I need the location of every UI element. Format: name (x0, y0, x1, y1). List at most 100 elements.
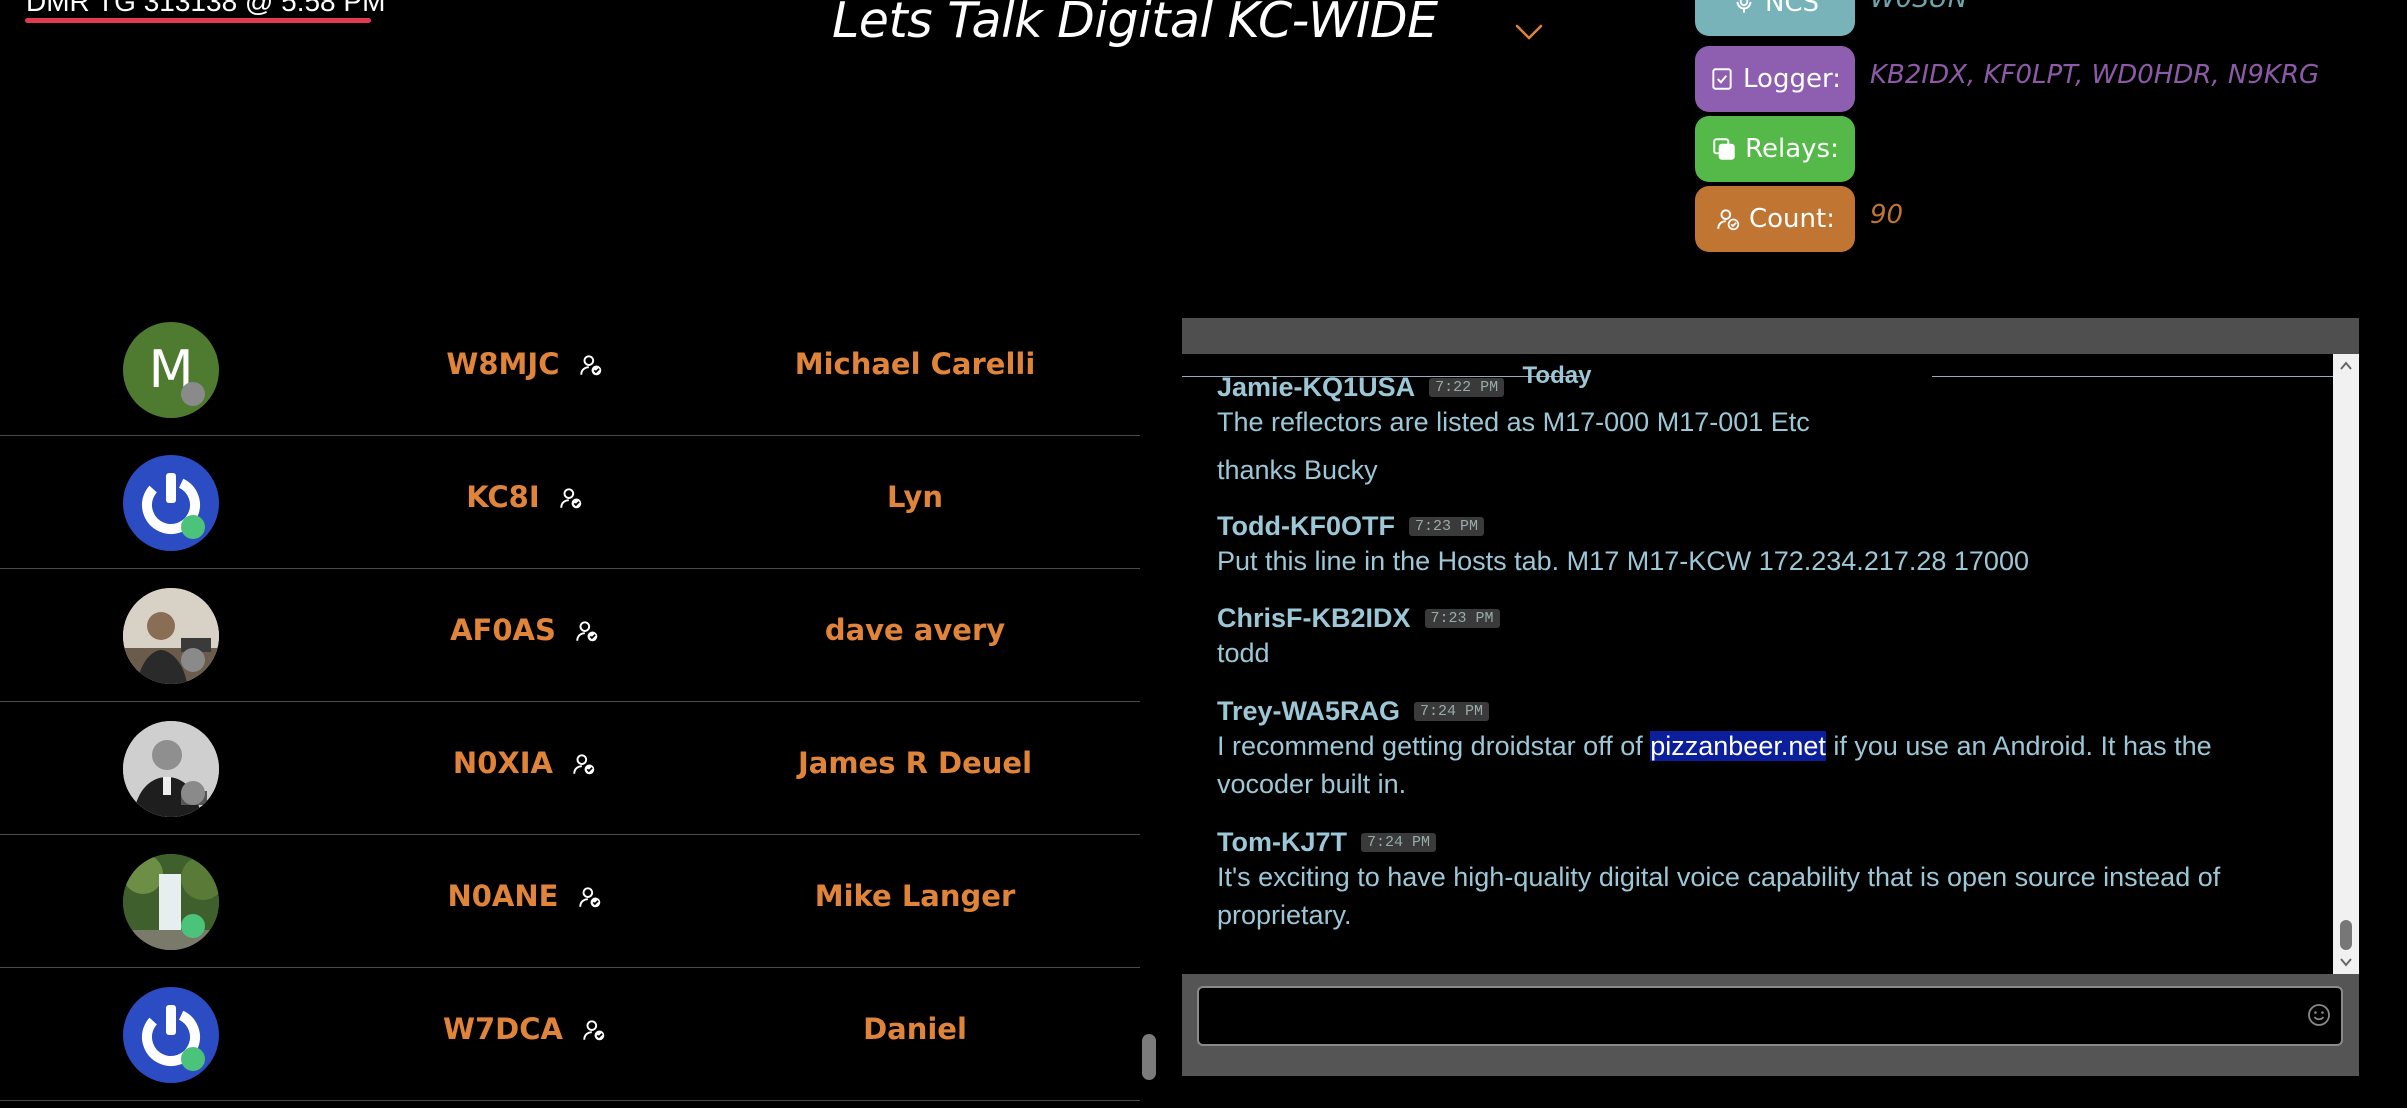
message-text: thanks Bucky (1217, 455, 1378, 485)
callsign[interactable]: W7DCA (390, 1012, 660, 1046)
chat-scrollbar-thumb[interactable] (2340, 920, 2352, 950)
smiley-icon[interactable] (2305, 1001, 2333, 1029)
ncs-label: NCS (1764, 0, 1820, 18)
chat-panel: Today Jamie-KQ1USA 7:22 PM The reflectors… (1182, 318, 2359, 1076)
chat-messages[interactable]: Today Jamie-KQ1USA 7:22 PM The reflectors… (1182, 354, 2333, 974)
chat-footer (1182, 974, 2359, 1076)
message-author[interactable]: Jamie-KQ1USA (1217, 372, 1415, 403)
relays-label: Relays: (1745, 134, 1839, 164)
avatar[interactable] (123, 721, 219, 817)
message-text: todd (1217, 638, 1270, 668)
chat-message: Trey-WA5RAG 7:24 PM I recommend getting d… (1217, 696, 2307, 803)
roster-row[interactable]: AF0AS dave avery (0, 569, 1140, 702)
highlighted-link[interactable]: pizzanbeer.net (1650, 731, 1826, 761)
person-photo-icon (123, 588, 219, 684)
callsign-text: W8MJC (446, 347, 560, 381)
message-time: 7:24 PM (1361, 833, 1437, 852)
status-dot (181, 781, 205, 805)
status-dot (181, 914, 205, 938)
callsign-text: W7DCA (442, 1012, 563, 1046)
status-dot (181, 648, 205, 672)
callsign-text: KC8I (466, 480, 540, 514)
avatar[interactable] (123, 854, 219, 950)
message-time: 7:24 PM (1414, 702, 1490, 721)
user-check-icon (579, 355, 601, 376)
scroll-up-icon[interactable] (2338, 358, 2354, 374)
message-text-before: I recommend getting droidstar off of (1217, 731, 1651, 761)
net-schedule-label: DMR TG 313138 @ 5:58 PM (26, 0, 386, 17)
scroll-down-icon[interactable] (2338, 954, 2354, 970)
power-icon (142, 473, 200, 534)
callsign[interactable]: N0XIA (390, 746, 660, 780)
ncs-value: W0SUN (1870, 0, 1967, 14)
roster-row[interactable]: M W8MJC Michael Carelli (0, 303, 1140, 436)
roster-row[interactable]: KC8I Lyn (0, 436, 1140, 569)
callsign[interactable]: KC8I (390, 480, 660, 514)
avatar[interactable]: M (123, 322, 219, 418)
user-check-icon (573, 754, 595, 775)
chevron-down-icon[interactable] (1514, 22, 1544, 42)
status-dot (181, 382, 205, 406)
count-label: Count: (1749, 204, 1835, 234)
power-icon (142, 1005, 200, 1066)
active-tab-underline (25, 18, 371, 23)
chat-message: Todd-KF0OTF 7:23 PM Put this line in the … (1217, 511, 2307, 580)
copy-icon (1713, 138, 1735, 160)
chat-scrollbar[interactable] (2333, 354, 2359, 974)
message-author[interactable]: Trey-WA5RAG (1217, 696, 1400, 727)
relays-pill: Relays: (1695, 116, 1855, 182)
callsign[interactable]: N0ANE (390, 879, 660, 913)
person-name: Daniel (863, 1012, 967, 1046)
checklist-icon (1712, 68, 1732, 90)
status-dot (181, 515, 205, 539)
waterfall-photo-icon (123, 854, 219, 950)
message-time: 7:23 PM (1408, 517, 1484, 536)
message-author[interactable]: Todd-KF0OTF (1217, 511, 1395, 542)
ncs-pill: NCS (1695, 0, 1855, 36)
logger-value: KB2IDX, KF0LPT, WD0HDR, N9KRG (1870, 60, 2320, 90)
user-check-icon (560, 488, 582, 509)
callsign[interactable]: W8MJC (390, 347, 660, 381)
user-check-icon (576, 621, 598, 642)
status-dot (181, 1047, 205, 1071)
person-name: Mike Langer (814, 879, 1016, 913)
chat-message: ChrisF-KB2IDX 7:23 PM todd (1217, 603, 2307, 672)
user-check-icon (1717, 209, 1740, 231)
message-text: The reflectors are listed as M17-000 M17… (1217, 407, 1810, 437)
avatar-letter: M (148, 340, 194, 400)
message-text: Put this line in the Hosts tab. M17 M17-… (1217, 546, 2029, 576)
callsign-text: N0XIA (452, 746, 553, 780)
person-name: Michael Carelli (794, 347, 1036, 381)
chat-message: Tom-KJ7T 7:24 PM It's exciting to have hi… (1217, 827, 2307, 934)
user-check-icon (578, 887, 600, 908)
logger-label: Logger: (1743, 64, 1841, 94)
roster-row[interactable]: N0ANE Mike Langer (0, 835, 1140, 968)
avatar[interactable] (123, 455, 219, 551)
logger-pill: Logger: (1695, 46, 1855, 112)
message-author[interactable]: ChrisF-KB2IDX (1217, 603, 1411, 634)
message-author[interactable]: Tom-KJ7T (1217, 827, 1347, 858)
message-time: 7:22 PM (1429, 378, 1505, 397)
chat-input[interactable] (1197, 986, 2343, 1046)
microphone-icon (1736, 0, 1752, 13)
person-name: Lyn (886, 480, 944, 514)
callsign[interactable]: AF0AS (390, 613, 660, 647)
chat-message: Jamie-KQ1USA 7:22 PM The reflectors are l… (1217, 372, 2307, 489)
count-pill: Count: (1695, 186, 1855, 252)
person-name: dave avery (824, 613, 1006, 647)
person-photo-icon (123, 721, 219, 817)
net-title: Lets Talk Digital KC-WIDE (832, 0, 1438, 49)
callsign-text: N0ANE (447, 879, 559, 913)
avatar[interactable] (123, 588, 219, 684)
message-time: 7:23 PM (1424, 609, 1500, 628)
chat-header (1182, 318, 2359, 354)
message-text: It's exciting to have high-quality digit… (1217, 862, 2221, 930)
person-name: James R Deuel (797, 746, 1033, 780)
avatar[interactable] (123, 987, 219, 1083)
message-text: I recommend getting droidstar off of piz… (1217, 727, 2307, 803)
callsign-text: AF0AS (450, 613, 556, 647)
user-check-icon (583, 1020, 605, 1041)
roster-row[interactable]: N0XIA James R Deuel (0, 702, 1140, 835)
roster-row[interactable]: W7DCA Daniel (0, 968, 1140, 1101)
roster-scrollbar-thumb[interactable] (1142, 1034, 1156, 1080)
